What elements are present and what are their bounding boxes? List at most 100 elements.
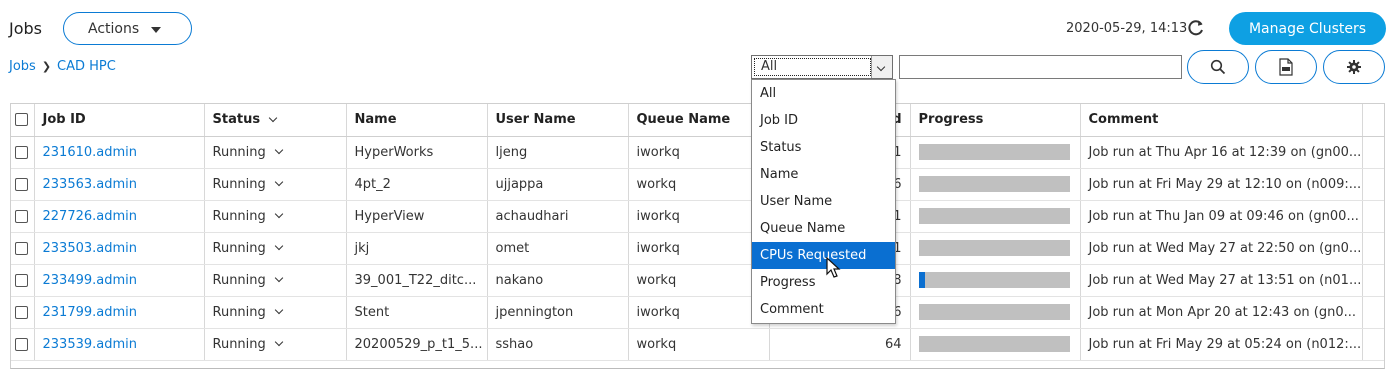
chevron-down-icon[interactable] — [274, 273, 284, 283]
row-checkbox[interactable] — [15, 337, 28, 351]
job-id-link[interactable]: 233563.admin — [43, 177, 138, 192]
extra-cell — [1362, 328, 1384, 361]
dropdown-option[interactable]: CPUs Requested — [752, 242, 895, 269]
column-header-user-name[interactable]: User Name — [487, 104, 629, 137]
status-text: Running — [212, 240, 266, 256]
sort-chevron-icon[interactable] — [268, 113, 278, 122]
status-text: Running — [212, 304, 266, 320]
row-checkbox-cell[interactable] — [11, 200, 35, 233]
column-header-status[interactable]: Status — [204, 104, 347, 137]
user-name-cell: achaudhari — [487, 200, 629, 233]
queue-name-cell: workq — [628, 168, 770, 201]
status-text: Running — [212, 272, 266, 288]
breadcrumb-cad-hpc-link[interactable]: CAD HPC — [57, 59, 116, 74]
chevron-down-icon[interactable] — [274, 337, 284, 347]
status-cell[interactable]: Running — [204, 296, 347, 329]
select-arrow-icon[interactable] — [871, 56, 892, 78]
status-cell[interactable]: Running — [204, 264, 347, 297]
job-id-link[interactable]: 231799.admin — [43, 305, 138, 320]
chevron-down-icon[interactable] — [274, 241, 284, 251]
column-header-queue-name[interactable]: Queue Name — [628, 104, 770, 137]
row-checkbox[interactable] — [15, 241, 28, 255]
progress-cell — [910, 232, 1081, 265]
chevron-right-icon: ❯ — [41, 60, 52, 73]
progress-cell — [910, 200, 1081, 233]
dropdown-option[interactable]: Name — [752, 161, 895, 188]
status-cell[interactable]: Running — [204, 168, 347, 201]
extra-cell — [1362, 264, 1384, 297]
row-checkbox-cell[interactable] — [11, 328, 35, 361]
progress-bar — [918, 240, 1070, 256]
row-checkbox-cell[interactable] — [11, 232, 35, 265]
job-id-link[interactable]: 233503.admin — [43, 241, 138, 256]
column-header-comment[interactable]: Comment — [1080, 104, 1363, 137]
name-cell: 4pt_2 — [346, 168, 488, 201]
row-checkbox[interactable] — [15, 305, 28, 319]
filter-field-dropdown: All Job ID Status Name User Name Queue Name CP… — [751, 79, 896, 324]
manage-clusters-button[interactable]: Manage Clusters — [1229, 12, 1386, 45]
user-name-cell: sshao — [487, 328, 629, 361]
dropdown-option[interactable]: User Name — [752, 188, 895, 215]
comment-cell: Job run at Mon Apr 20 at 12:43 on (gn0..… — [1080, 296, 1363, 329]
table-row[interactable]: 233539.admin Running 20200529_p_t1_5... ssh… — [11, 328, 1384, 361]
table-row[interactable]: 227726.admin Running HyperView achaudhari iw… — [11, 200, 1384, 233]
export-csv-button[interactable] — [1255, 50, 1317, 84]
chevron-down-icon[interactable] — [274, 177, 284, 187]
progress-bar — [918, 176, 1070, 192]
queue-name-cell: iworkq — [628, 136, 770, 169]
row-checkbox[interactable] — [15, 177, 28, 191]
chevron-down-icon[interactable] — [274, 305, 284, 315]
row-checkbox[interactable] — [15, 273, 28, 287]
table-row[interactable]: 233503.admin Running jkj omet iworkq 1 Job run… — [11, 232, 1384, 265]
status-cell[interactable]: Running — [204, 328, 347, 361]
comment-cell: Job run at Fri May 29 at 05:24 on (n012:… — [1080, 328, 1363, 361]
refresh-icon[interactable] — [1186, 18, 1206, 38]
queue-name-cell: iworkq — [628, 296, 770, 329]
job-id-cell: 233503.admin — [34, 232, 205, 265]
breadcrumb-jobs-link[interactable]: Jobs — [9, 59, 36, 74]
job-id-link[interactable]: 233539.admin — [43, 337, 138, 352]
row-checkbox-cell[interactable] — [11, 264, 35, 297]
table-row[interactable]: 233563.admin Running 4pt_2 ujjappa workq 6 Job… — [11, 168, 1384, 201]
extra-cell — [1362, 168, 1384, 201]
row-checkbox[interactable] — [15, 209, 28, 223]
job-id-link[interactable]: 227726.admin — [43, 209, 138, 224]
last-updated-timestamp: 2020-05-29, 14:13 — [1066, 21, 1188, 36]
dropdown-option[interactable]: Progress — [752, 269, 895, 296]
dropdown-option[interactable]: Queue Name — [752, 215, 895, 242]
user-name-cell: nakano — [487, 264, 629, 297]
status-cell[interactable]: Running — [204, 232, 347, 265]
actions-button[interactable]: Actions — [63, 12, 192, 45]
user-name-cell: omet — [487, 232, 629, 265]
dropdown-option[interactable]: Comment — [752, 296, 895, 323]
status-cell[interactable]: Running — [204, 136, 347, 169]
table-row[interactable]: 233499.admin Running 39_001_T22_ditc... nak… — [11, 264, 1384, 297]
job-id-link[interactable]: 231610.admin — [43, 145, 138, 160]
row-checkbox-cell[interactable] — [11, 168, 35, 201]
settings-button[interactable] — [1323, 50, 1385, 84]
status-cell[interactable]: Running — [204, 200, 347, 233]
chevron-down-icon[interactable] — [274, 209, 284, 219]
select-all-checkbox-cell[interactable] — [11, 104, 35, 137]
row-checkbox-cell[interactable] — [11, 296, 35, 329]
select-all-checkbox[interactable] — [15, 113, 28, 127]
table-row[interactable]: 231799.admin Running Stent jpennington iwork… — [11, 296, 1384, 329]
column-header-progress[interactable]: Progress — [910, 104, 1081, 137]
search-button[interactable] — [1187, 50, 1249, 84]
progress-bar — [918, 272, 1070, 288]
search-input[interactable] — [899, 55, 1182, 79]
dropdown-option[interactable]: All — [752, 80, 895, 107]
queue-name-cell: workq — [628, 328, 770, 361]
chevron-down-icon[interactable] — [274, 145, 284, 155]
table-row[interactable]: 231610.admin Running HyperWorks ljeng iworkq… — [11, 136, 1384, 169]
row-checkbox-cell[interactable] — [11, 136, 35, 169]
row-checkbox[interactable] — [15, 145, 28, 159]
column-header-job-id[interactable]: Job ID — [34, 104, 205, 137]
table-header-row: Job ID Status Name User Name Queue Name … — [11, 104, 1384, 137]
column-header-name[interactable]: Name — [346, 104, 488, 137]
dropdown-option[interactable]: Status — [752, 134, 895, 161]
dropdown-option[interactable]: Job ID — [752, 107, 895, 134]
status-text: Running — [212, 208, 266, 224]
filter-field-select[interactable]: All — [751, 55, 893, 79]
job-id-link[interactable]: 233499.admin — [43, 273, 138, 288]
